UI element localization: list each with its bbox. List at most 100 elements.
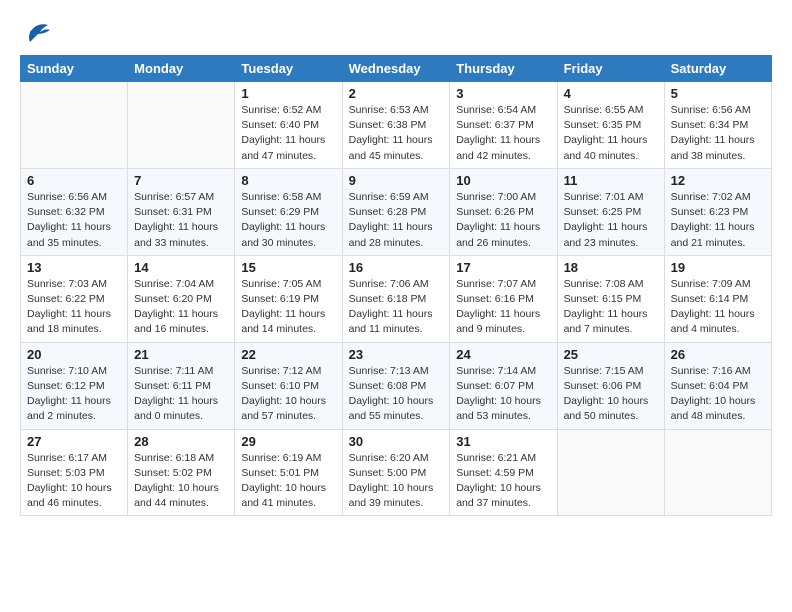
day-cell: 19Sunrise: 7:09 AM Sunset: 6:14 PM Dayli… <box>664 255 771 342</box>
day-cell: 8Sunrise: 6:58 AM Sunset: 6:29 PM Daylig… <box>235 168 342 255</box>
day-info: Sunrise: 7:14 AM Sunset: 6:07 PM Dayligh… <box>456 364 550 425</box>
logo-bird-icon <box>22 20 52 45</box>
day-info: Sunrise: 7:16 AM Sunset: 6:04 PM Dayligh… <box>671 364 765 425</box>
day-number: 5 <box>671 86 765 101</box>
day-info: Sunrise: 7:13 AM Sunset: 6:08 PM Dayligh… <box>349 364 444 425</box>
day-number: 22 <box>241 347 335 362</box>
day-cell: 10 Sunrise: 7:00 AM Sunset: 6:26 PM Dayli… <box>450 168 557 255</box>
day-cell: 9Sunrise: 6:59 AM Sunset: 6:28 PM Daylig… <box>342 168 450 255</box>
day-info: Sunrise: 7:10 AM Sunset: 6:12 PM Dayligh… <box>27 364 121 425</box>
day-number: 31 <box>456 434 550 449</box>
day-info: Sunrise: 6:54 AM Sunset: 6:37 PM Dayligh… <box>456 103 550 164</box>
day-cell: 12Sunrise: 7:02 AM Sunset: 6:23 PM Dayli… <box>664 168 771 255</box>
day-info: Sunrise: 6:52 AM Sunset: 6:40 PM Dayligh… <box>241 103 335 164</box>
day-cell: 13Sunrise: 7:03 AM Sunset: 6:22 PM Dayli… <box>21 255 128 342</box>
day-number: 15 <box>241 260 335 275</box>
day-info: Sunrise: 7:04 AM Sunset: 6:20 PM Dayligh… <box>134 277 228 338</box>
day-info: Sunrise: 6:21 AM Sunset: 4:59 PM Dayligh… <box>456 451 550 512</box>
day-cell: 31 Sunrise: 6:21 AM Sunset: 4:59 PM Dayli… <box>450 429 557 516</box>
day-cell: 17 Sunrise: 7:07 AM Sunset: 6:16 PM Dayli… <box>450 255 557 342</box>
day-info: Sunrise: 7:12 AM Sunset: 6:10 PM Dayligh… <box>241 364 335 425</box>
week-row-4: 20Sunrise: 7:10 AM Sunset: 6:12 PM Dayli… <box>21 342 772 429</box>
day-info: Sunrise: 7:02 AM Sunset: 6:23 PM Dayligh… <box>671 190 765 251</box>
day-cell: 18 Sunrise: 7:08 AM Sunset: 6:15 PM Dayli… <box>557 255 664 342</box>
day-info: Sunrise: 7:00 AM Sunset: 6:26 PM Dayligh… <box>456 190 550 251</box>
day-info: Sunrise: 7:11 AM Sunset: 6:11 PM Dayligh… <box>134 364 228 425</box>
day-cell: 7 Sunrise: 6:57 AM Sunset: 6:31 PM Daylig… <box>128 168 235 255</box>
day-cell: 22 Sunrise: 7:12 AM Sunset: 6:10 PM Dayli… <box>235 342 342 429</box>
weekday-header-row: SundayMondayTuesdayWednesdayThursdayFrid… <box>21 56 772 82</box>
day-number: 26 <box>671 347 765 362</box>
day-info: Sunrise: 7:01 AM Sunset: 6:25 PM Dayligh… <box>564 190 658 251</box>
day-number: 24 <box>456 347 550 362</box>
day-number: 19 <box>671 260 765 275</box>
day-info: Sunrise: 6:57 AM Sunset: 6:31 PM Dayligh… <box>134 190 228 251</box>
day-info: Sunrise: 6:19 AM Sunset: 5:01 PM Dayligh… <box>241 451 335 512</box>
day-cell: 11 Sunrise: 7:01 AM Sunset: 6:25 PM Dayli… <box>557 168 664 255</box>
day-cell: 20Sunrise: 7:10 AM Sunset: 6:12 PM Dayli… <box>21 342 128 429</box>
day-cell <box>128 82 235 169</box>
weekday-header-sunday: Sunday <box>21 56 128 82</box>
calendar-table: SundayMondayTuesdayWednesdayThursdayFrid… <box>20 55 772 516</box>
day-cell: 23 Sunrise: 7:13 AM Sunset: 6:08 PM Dayli… <box>342 342 450 429</box>
day-number: 16 <box>349 260 444 275</box>
day-info: Sunrise: 6:18 AM Sunset: 5:02 PM Dayligh… <box>134 451 228 512</box>
day-cell: 25Sunrise: 7:15 AM Sunset: 6:06 PM Dayli… <box>557 342 664 429</box>
day-number: 4 <box>564 86 658 101</box>
day-number: 11 <box>564 173 658 188</box>
day-cell <box>664 429 771 516</box>
day-cell: 2Sunrise: 6:53 AM Sunset: 6:38 PM Daylig… <box>342 82 450 169</box>
day-number: 7 <box>134 173 228 188</box>
day-info: Sunrise: 7:06 AM Sunset: 6:18 PM Dayligh… <box>349 277 444 338</box>
day-number: 10 <box>456 173 550 188</box>
day-info: Sunrise: 7:07 AM Sunset: 6:16 PM Dayligh… <box>456 277 550 338</box>
week-row-5: 27Sunrise: 6:17 AM Sunset: 5:03 PM Dayli… <box>21 429 772 516</box>
weekday-header-thursday: Thursday <box>450 56 557 82</box>
day-info: Sunrise: 6:55 AM Sunset: 6:35 PM Dayligh… <box>564 103 658 164</box>
weekday-header-tuesday: Tuesday <box>235 56 342 82</box>
day-info: Sunrise: 6:20 AM Sunset: 5:00 PM Dayligh… <box>349 451 444 512</box>
day-info: Sunrise: 7:03 AM Sunset: 6:22 PM Dayligh… <box>27 277 121 338</box>
day-number: 29 <box>241 434 335 449</box>
day-number: 25 <box>564 347 658 362</box>
day-cell: 30 Sunrise: 6:20 AM Sunset: 5:00 PM Dayli… <box>342 429 450 516</box>
day-info: Sunrise: 7:08 AM Sunset: 6:15 PM Dayligh… <box>564 277 658 338</box>
day-cell <box>557 429 664 516</box>
day-cell: 28 Sunrise: 6:18 AM Sunset: 5:02 PM Dayli… <box>128 429 235 516</box>
day-cell: 26 Sunrise: 7:16 AM Sunset: 6:04 PM Dayli… <box>664 342 771 429</box>
day-number: 21 <box>134 347 228 362</box>
day-info: Sunrise: 6:56 AM Sunset: 6:34 PM Dayligh… <box>671 103 765 164</box>
weekday-header-wednesday: Wednesday <box>342 56 450 82</box>
weekday-header-monday: Monday <box>128 56 235 82</box>
day-cell: 24 Sunrise: 7:14 AM Sunset: 6:07 PM Dayli… <box>450 342 557 429</box>
day-cell: 4 Sunrise: 6:55 AM Sunset: 6:35 PM Daylig… <box>557 82 664 169</box>
day-number: 8 <box>241 173 335 188</box>
day-number: 30 <box>349 434 444 449</box>
week-row-3: 13Sunrise: 7:03 AM Sunset: 6:22 PM Dayli… <box>21 255 772 342</box>
day-cell: 21 Sunrise: 7:11 AM Sunset: 6:11 PM Dayli… <box>128 342 235 429</box>
weekday-header-saturday: Saturday <box>664 56 771 82</box>
weekday-header-friday: Friday <box>557 56 664 82</box>
day-info: Sunrise: 6:56 AM Sunset: 6:32 PM Dayligh… <box>27 190 121 251</box>
logo <box>20 20 52 45</box>
day-number: 2 <box>349 86 444 101</box>
day-number: 23 <box>349 347 444 362</box>
day-info: Sunrise: 7:05 AM Sunset: 6:19 PM Dayligh… <box>241 277 335 338</box>
day-number: 1 <box>241 86 335 101</box>
day-info: Sunrise: 6:17 AM Sunset: 5:03 PM Dayligh… <box>27 451 121 512</box>
day-cell: 3 Sunrise: 6:54 AM Sunset: 6:37 PM Daylig… <box>450 82 557 169</box>
day-number: 28 <box>134 434 228 449</box>
day-cell: 6Sunrise: 6:56 AM Sunset: 6:32 PM Daylig… <box>21 168 128 255</box>
week-row-2: 6Sunrise: 6:56 AM Sunset: 6:32 PM Daylig… <box>21 168 772 255</box>
day-info: Sunrise: 6:59 AM Sunset: 6:28 PM Dayligh… <box>349 190 444 251</box>
week-row-1: 1 Sunrise: 6:52 AM Sunset: 6:40 PM Daylig… <box>21 82 772 169</box>
page-header <box>20 20 772 45</box>
day-cell: 14 Sunrise: 7:04 AM Sunset: 6:20 PM Dayli… <box>128 255 235 342</box>
day-cell: 16 Sunrise: 7:06 AM Sunset: 6:18 PM Dayli… <box>342 255 450 342</box>
day-cell: 5 Sunrise: 6:56 AM Sunset: 6:34 PM Daylig… <box>664 82 771 169</box>
day-number: 18 <box>564 260 658 275</box>
day-number: 3 <box>456 86 550 101</box>
day-number: 17 <box>456 260 550 275</box>
day-cell: 15 Sunrise: 7:05 AM Sunset: 6:19 PM Dayli… <box>235 255 342 342</box>
day-number: 14 <box>134 260 228 275</box>
